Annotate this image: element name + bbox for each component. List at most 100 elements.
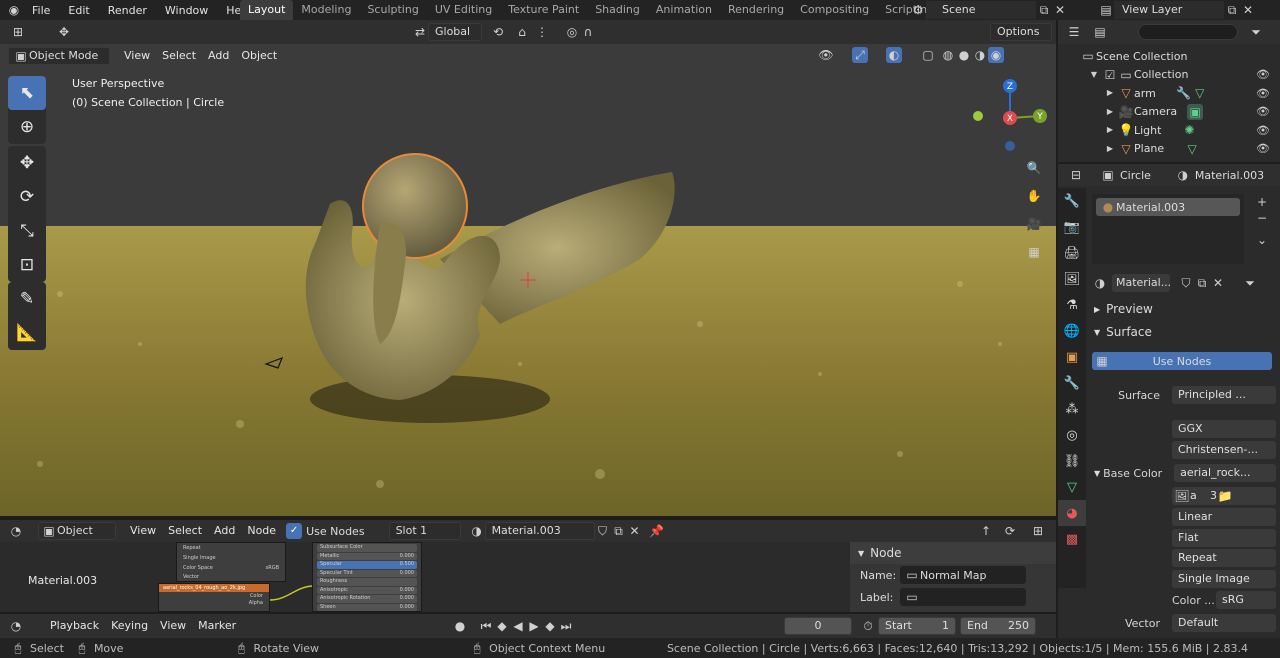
visibility-eye-icon[interactable]: 👁	[1256, 124, 1270, 137]
distribution-dropdown[interactable]: GGX	[1172, 420, 1276, 438]
material-slot-list[interactable]: ● Material.003	[1092, 194, 1244, 264]
bsdf-row[interactable]: Specular Tint 0.000	[317, 569, 417, 577]
color-space-dropdown[interactable]: sRG	[1216, 591, 1276, 609]
material-slot-item[interactable]: ● Material.003	[1096, 198, 1240, 216]
view-layer-selector[interactable]: ▤ View Layer ⧉ ✕	[1098, 1, 1256, 19]
gizmo-toggle-icon[interactable]: ⤢	[852, 47, 868, 63]
slot-dropdown[interactable]: Slot 1	[388, 522, 461, 540]
extension-dropdown[interactable]: Repeat	[1172, 549, 1276, 567]
slot-menu-icon[interactable]: ⌄	[1254, 232, 1270, 248]
modifier-tab-icon[interactable]: 🔧	[1058, 370, 1086, 396]
tool-tab-icon[interactable]: 🔧	[1058, 188, 1086, 214]
options-dropdown[interactable]: Options	[990, 23, 1052, 41]
projection-dropdown[interactable]: Flat	[1172, 529, 1276, 547]
tab-rendering[interactable]: Rendering	[720, 0, 792, 20]
collapse-icon[interactable]: ▼	[1086, 67, 1102, 83]
cursor-tool[interactable]: ⊕	[8, 110, 46, 144]
outliner-collection[interactable]: ▼ ☑ ▭ Collection 👁	[1058, 66, 1280, 85]
surface-shader-field[interactable]: Principled ...	[1172, 386, 1276, 404]
principled-bsdf-node[interactable]: Subsurface Color Metallic 0.000 Specular 0.5…	[312, 542, 422, 612]
annotate-tool[interactable]: ✎	[8, 282, 46, 316]
surface-panel-header[interactable]: ▼ Surface	[1094, 325, 1152, 339]
node-snap-mode-icon[interactable]: ⊞	[1030, 523, 1046, 539]
physics-tab-icon[interactable]: ◎	[1058, 422, 1086, 448]
subsurface-method-dropdown[interactable]: Christensen-...	[1172, 441, 1276, 459]
snap-target-icon[interactable]: ⋮	[534, 24, 550, 40]
bsdf-row[interactable]: Anisotropic Rotation 0.000	[317, 595, 417, 603]
new-view-layer-icon[interactable]: ⧉	[1224, 2, 1240, 18]
image-texture-node-top[interactable]: Repeat Single Image Color Space sRGB Vec…	[176, 542, 286, 582]
tab-sculpting[interactable]: Sculpting	[359, 0, 426, 20]
outliner-item-light[interactable]: ▶ 💡 Light ✺ 👁	[1058, 121, 1280, 140]
outliner-item-arm[interactable]: ▶ ▽ arm 🔧 ▽ 👁	[1058, 84, 1280, 103]
prev-keyframe-icon[interactable]: ◆	[494, 618, 510, 634]
texture-tab-icon[interactable]: ▩	[1058, 526, 1086, 552]
material-tab-icon[interactable]: ◕	[1058, 500, 1086, 526]
timeline-editor-icon[interactable]: ◔	[8, 618, 24, 634]
start-frame-field[interactable]: Start 1	[878, 617, 956, 635]
outliner-editor-icon[interactable]: ☰	[1066, 24, 1082, 40]
orientation-dropdown[interactable]: Global	[428, 23, 482, 41]
new-scene-icon[interactable]: ⧉	[1036, 2, 1052, 18]
display-mode-icon[interactable]: ▤	[1092, 24, 1108, 40]
node-menu-node[interactable]: Node	[241, 522, 282, 540]
source-dropdown[interactable]: Single Image	[1172, 570, 1276, 588]
material-link-icon[interactable]: ⏷	[1242, 275, 1258, 291]
play-reverse-icon[interactable]: ◀	[510, 618, 526, 634]
fake-user-icon[interactable]: ⛉	[595, 523, 611, 539]
material-shading-icon[interactable]: ◑	[972, 47, 988, 63]
outliner-item-plane[interactable]: ▶ ▽ Plane ▽ 👁	[1058, 140, 1280, 159]
next-keyframe-icon[interactable]: ◆	[542, 618, 558, 634]
use-nodes-checkbox[interactable]: ✓	[286, 523, 303, 539]
expand-icon[interactable]: ▶	[1102, 85, 1118, 101]
browse-material-icon[interactable]: ◑	[469, 523, 485, 539]
end-frame-field[interactable]: End 250	[960, 617, 1036, 635]
current-frame-field[interactable]: 0	[784, 617, 852, 635]
delete-scene-icon[interactable]: ✕	[1052, 2, 1068, 18]
bsdf-row[interactable]: Roughness	[317, 578, 417, 586]
image-open-icon[interactable]: 📁	[1217, 488, 1233, 504]
menu-object[interactable]: Object	[235, 47, 283, 65]
preview-range-icon[interactable]: ⏱	[860, 618, 876, 634]
menu-edit[interactable]: Edit	[68, 4, 89, 17]
bsdf-row[interactable]: Specular 0.500	[317, 561, 417, 569]
editor-type-icon[interactable]: ⊞	[10, 24, 26, 40]
bsdf-row[interactable]: Metallic 0.000	[317, 552, 417, 560]
visibility-icon[interactable]: 👁	[818, 47, 834, 63]
output-tab-icon[interactable]: 🖨	[1058, 240, 1086, 266]
particles-tab-icon[interactable]: ⁂	[1058, 396, 1086, 422]
transform-pivot-icon[interactable]: ✥	[56, 24, 72, 40]
snap-icon[interactable]: ⌂	[514, 24, 530, 40]
record-icon[interactable]: ●	[452, 618, 468, 634]
falloff-icon[interactable]: ∩	[580, 24, 596, 40]
wireframe-shading-icon[interactable]: ◍	[940, 47, 956, 63]
node-menu-view[interactable]: View	[124, 522, 162, 540]
tab-animation[interactable]: Animation	[648, 0, 720, 20]
camera-view-icon[interactable]: 🎥	[1022, 212, 1046, 236]
object-tab-icon[interactable]: ▣	[1058, 344, 1086, 370]
render-tab-icon[interactable]: 📷	[1058, 214, 1086, 240]
use-nodes-button[interactable]: ▦ Use Nodes	[1092, 352, 1272, 370]
expand-icon[interactable]: ▶	[1102, 122, 1118, 138]
overlay-toggle-icon[interactable]: ◐	[886, 47, 902, 63]
scene-name[interactable]: Scene	[926, 1, 1036, 19]
timeline-menu-view[interactable]: View	[154, 617, 192, 635]
play-icon[interactable]: ▶	[526, 618, 542, 634]
tab-layout[interactable]: Layout	[240, 0, 294, 20]
timeline-menu-playback[interactable]: Playback	[44, 617, 105, 635]
menu-add[interactable]: Add	[202, 47, 235, 65]
pin-icon[interactable]: 📌	[649, 523, 665, 539]
tab-modeling[interactable]: Modeling	[293, 0, 359, 20]
outliner-item-camera[interactable]: ▶ 🎥 Camera ▣ 👁	[1058, 103, 1280, 122]
menu-select[interactable]: Select	[156, 47, 202, 65]
snap-icon[interactable]: ⟳	[1002, 523, 1018, 539]
move-tool[interactable]: ✥	[8, 146, 46, 180]
mode-dropdown[interactable]: ▣ Object Mode	[8, 47, 110, 65]
outliner-search-input[interactable]	[1138, 24, 1238, 40]
zoom-icon[interactable]: 🔍	[1022, 156, 1046, 180]
proportional-edit-icon[interactable]: ◎	[564, 24, 580, 40]
shader-type-dropdown[interactable]: ▣ Object	[38, 522, 116, 540]
ortho-grid-icon[interactable]: ▦	[1022, 240, 1046, 264]
material-field[interactable]: Material.003	[484, 522, 595, 540]
node-panel-header[interactable]: ▼ Node	[850, 542, 1056, 564]
